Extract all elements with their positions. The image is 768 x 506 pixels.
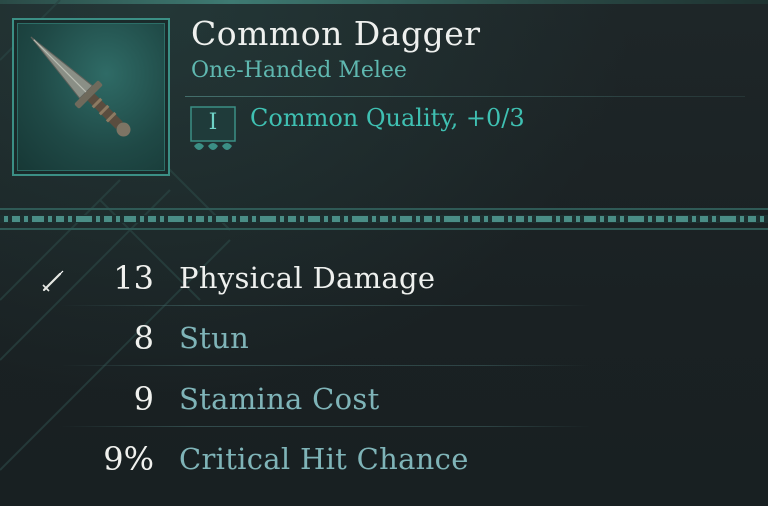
stat-value: 8 bbox=[133, 319, 154, 357]
row-divider bbox=[60, 426, 590, 427]
item-name: Common Dagger bbox=[191, 14, 481, 53]
stat-label: Stun bbox=[179, 321, 250, 355]
stat-label: Critical Hit Chance bbox=[179, 442, 469, 476]
dagger-icon bbox=[30, 36, 131, 137]
stat-row-stamina-cost: 9 Stamina Cost bbox=[0, 371, 768, 427]
quality-text: Common Quality, +0/3 bbox=[250, 104, 525, 132]
item-tooltip-panel: Common Dagger One-Handed Melee I Common … bbox=[0, 0, 768, 506]
stat-label: Physical Damage bbox=[179, 261, 436, 295]
quality-tier-numeral: I bbox=[208, 110, 218, 135]
stat-row-critical-hit-chance: 9% Critical Hit Chance bbox=[0, 431, 768, 487]
top-border bbox=[0, 0, 768, 4]
row-divider bbox=[60, 365, 590, 366]
quality-divider bbox=[185, 96, 745, 97]
row-divider bbox=[60, 305, 590, 306]
item-image-frame[interactable] bbox=[12, 18, 170, 176]
stat-row-physical-damage: 13 Physical Damage bbox=[0, 250, 768, 306]
ornamental-separator bbox=[0, 208, 768, 230]
stat-value: 9% bbox=[103, 440, 154, 478]
stat-label: Stamina Cost bbox=[179, 382, 380, 416]
stat-value: 13 bbox=[113, 259, 154, 297]
item-type: One-Handed Melee bbox=[191, 58, 407, 83]
stat-row-stun: 8 Stun bbox=[0, 310, 768, 366]
stat-value: 9 bbox=[133, 380, 154, 418]
